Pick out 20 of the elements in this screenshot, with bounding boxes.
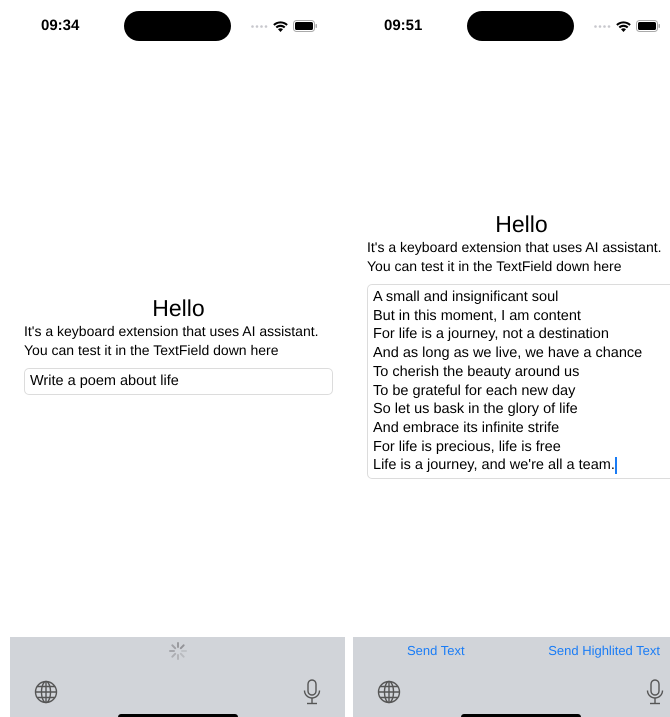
text-field[interactable]: A small and insignificant soul But in this moment, I am content For life is a journey, not a destination And as long as we live, we have a chance To cherish the beauty around us To be grateful for each new day So let us bask in the glory of life And embrace its infinite strife For life is precious, life is free Life is a journey, and we're all a team.	[367, 284, 670, 480]
loading-spinner-icon	[168, 642, 186, 660]
microphone-icon[interactable]	[646, 679, 664, 705]
battery-icon	[636, 20, 660, 32]
title: Hello	[494, 210, 549, 238]
status-time: 09:34	[41, 16, 80, 36]
text-field[interactable]: Write a poem about life	[24, 368, 333, 395]
description: It's a keyboard extension that uses AI assistant. You can test it in the TextField down here	[24, 322, 320, 360]
signal-dots-icon	[594, 24, 611, 28]
wifi-icon	[273, 20, 288, 32]
globe-icon[interactable]	[377, 680, 401, 704]
description: It's a keyboard extension that uses AI assistant. You can test it in the TextField down here	[367, 238, 663, 276]
signal-dots-icon	[251, 24, 268, 28]
wifi-icon	[616, 20, 631, 32]
globe-icon[interactable]	[34, 680, 58, 704]
status-time: 09:51	[384, 16, 424, 36]
battery-icon	[293, 20, 317, 32]
title: Hello	[151, 294, 206, 322]
text-cursor	[614, 456, 617, 474]
microphone-icon[interactable]	[303, 679, 321, 705]
